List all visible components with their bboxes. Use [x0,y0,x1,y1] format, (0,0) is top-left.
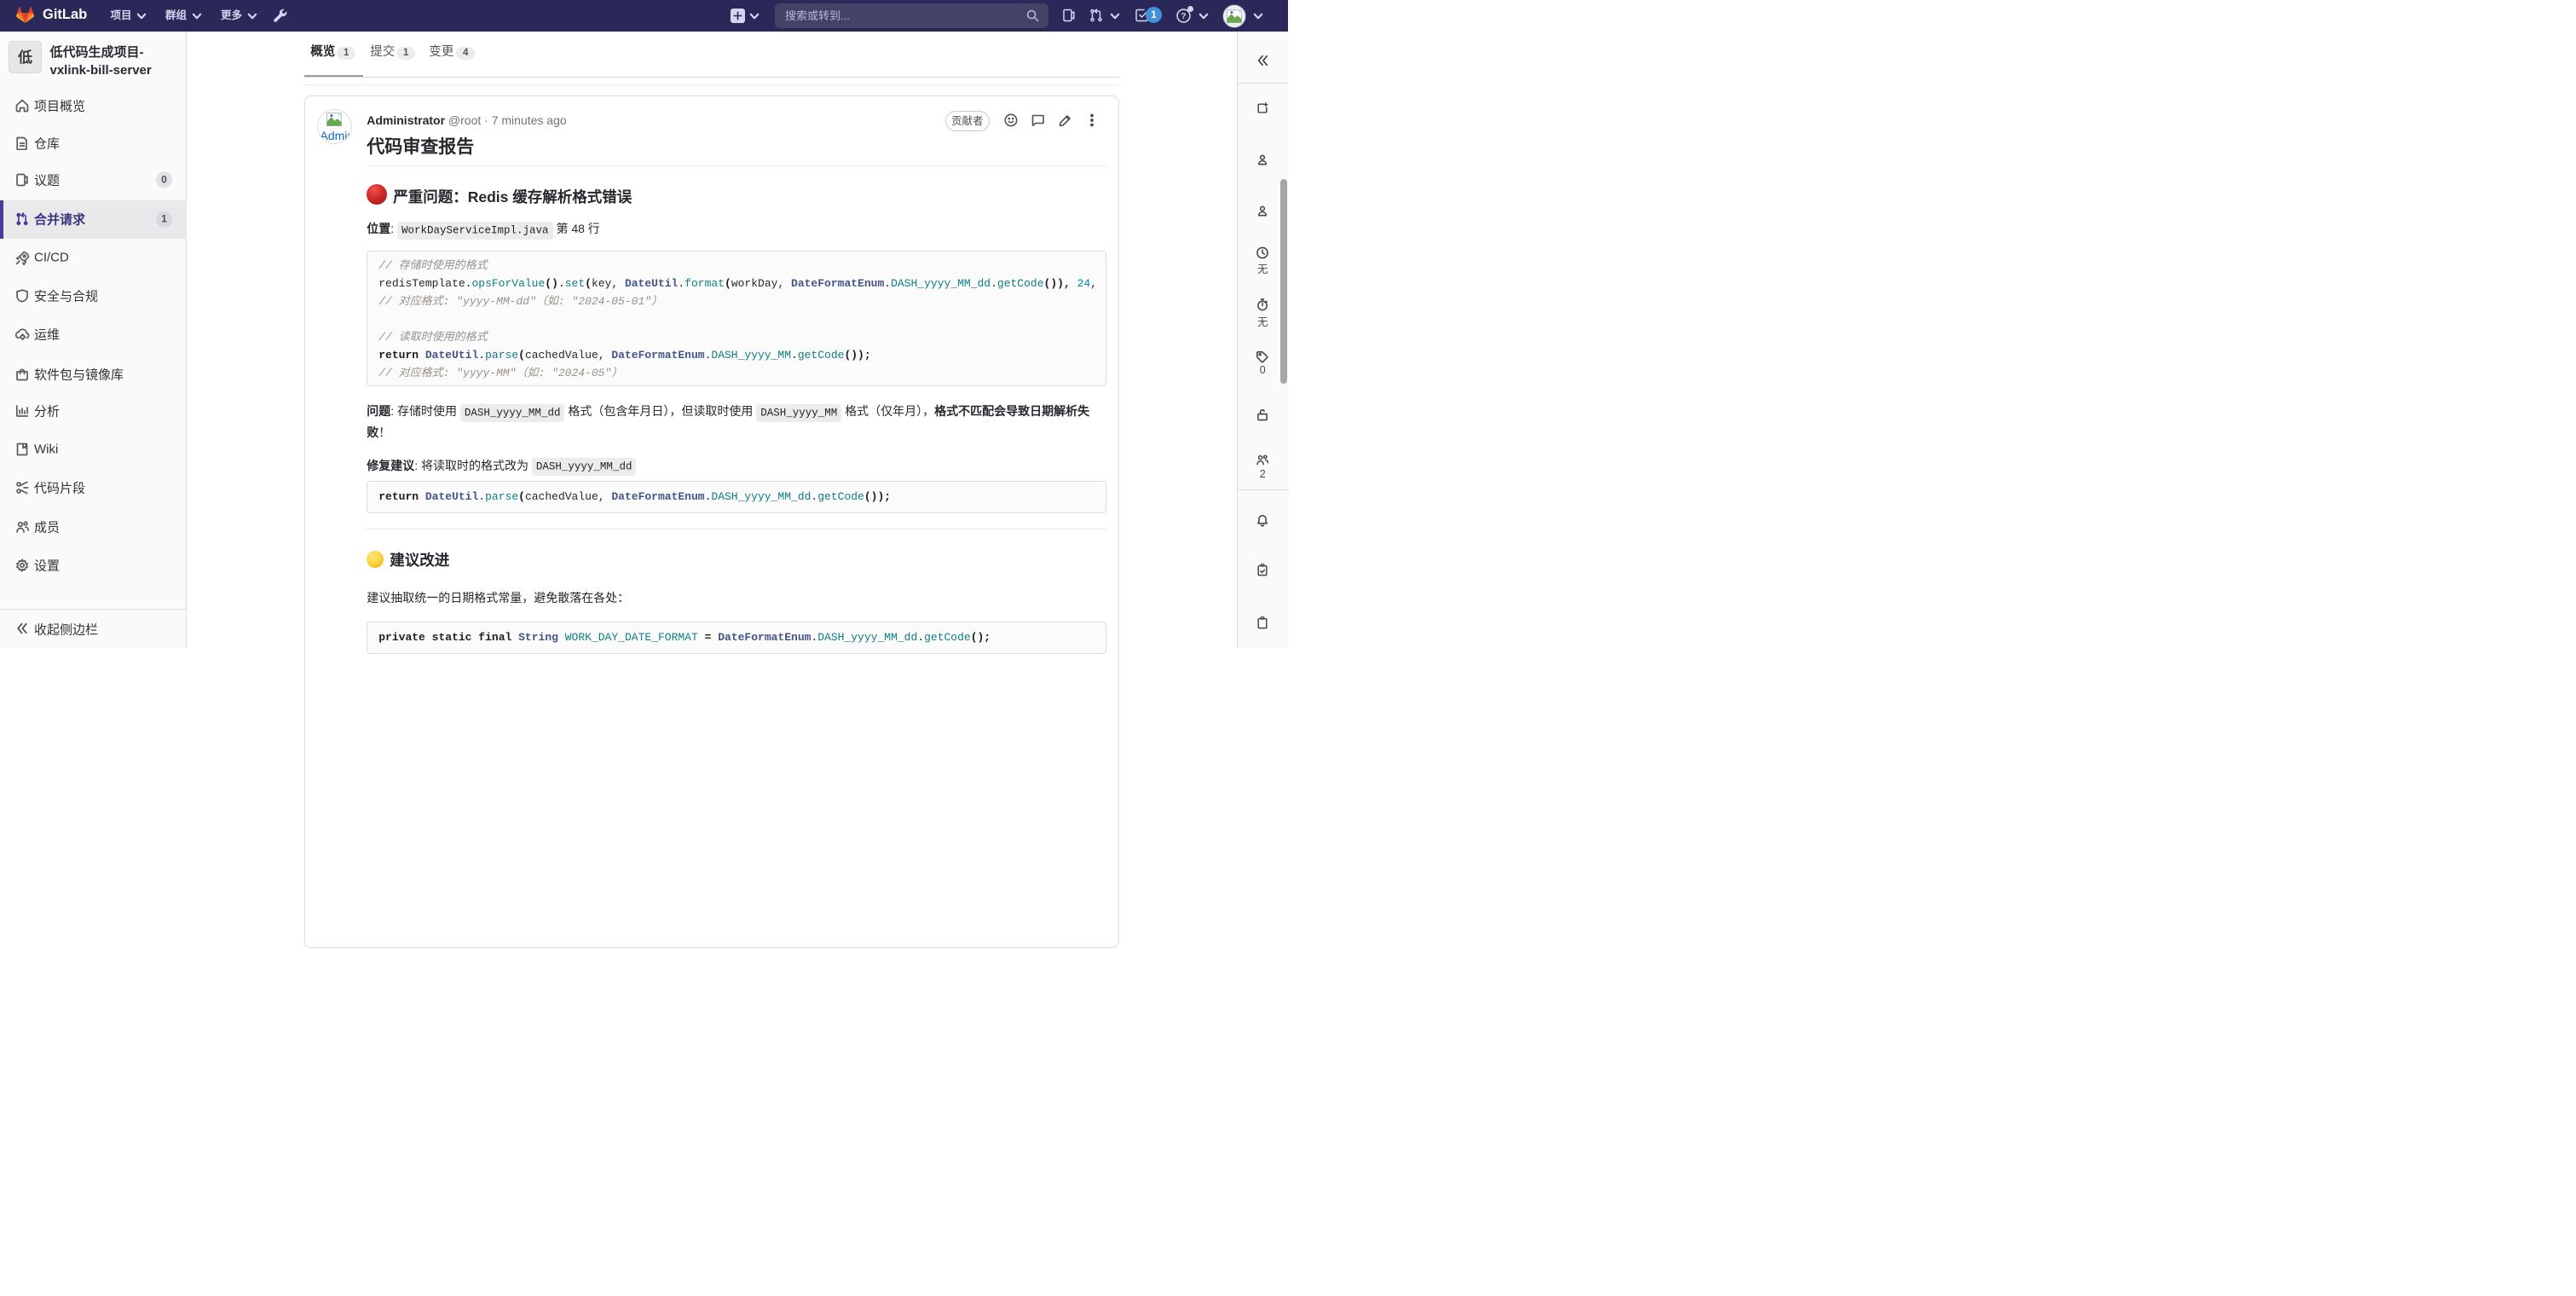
svg-text:?: ? [1181,12,1186,21]
